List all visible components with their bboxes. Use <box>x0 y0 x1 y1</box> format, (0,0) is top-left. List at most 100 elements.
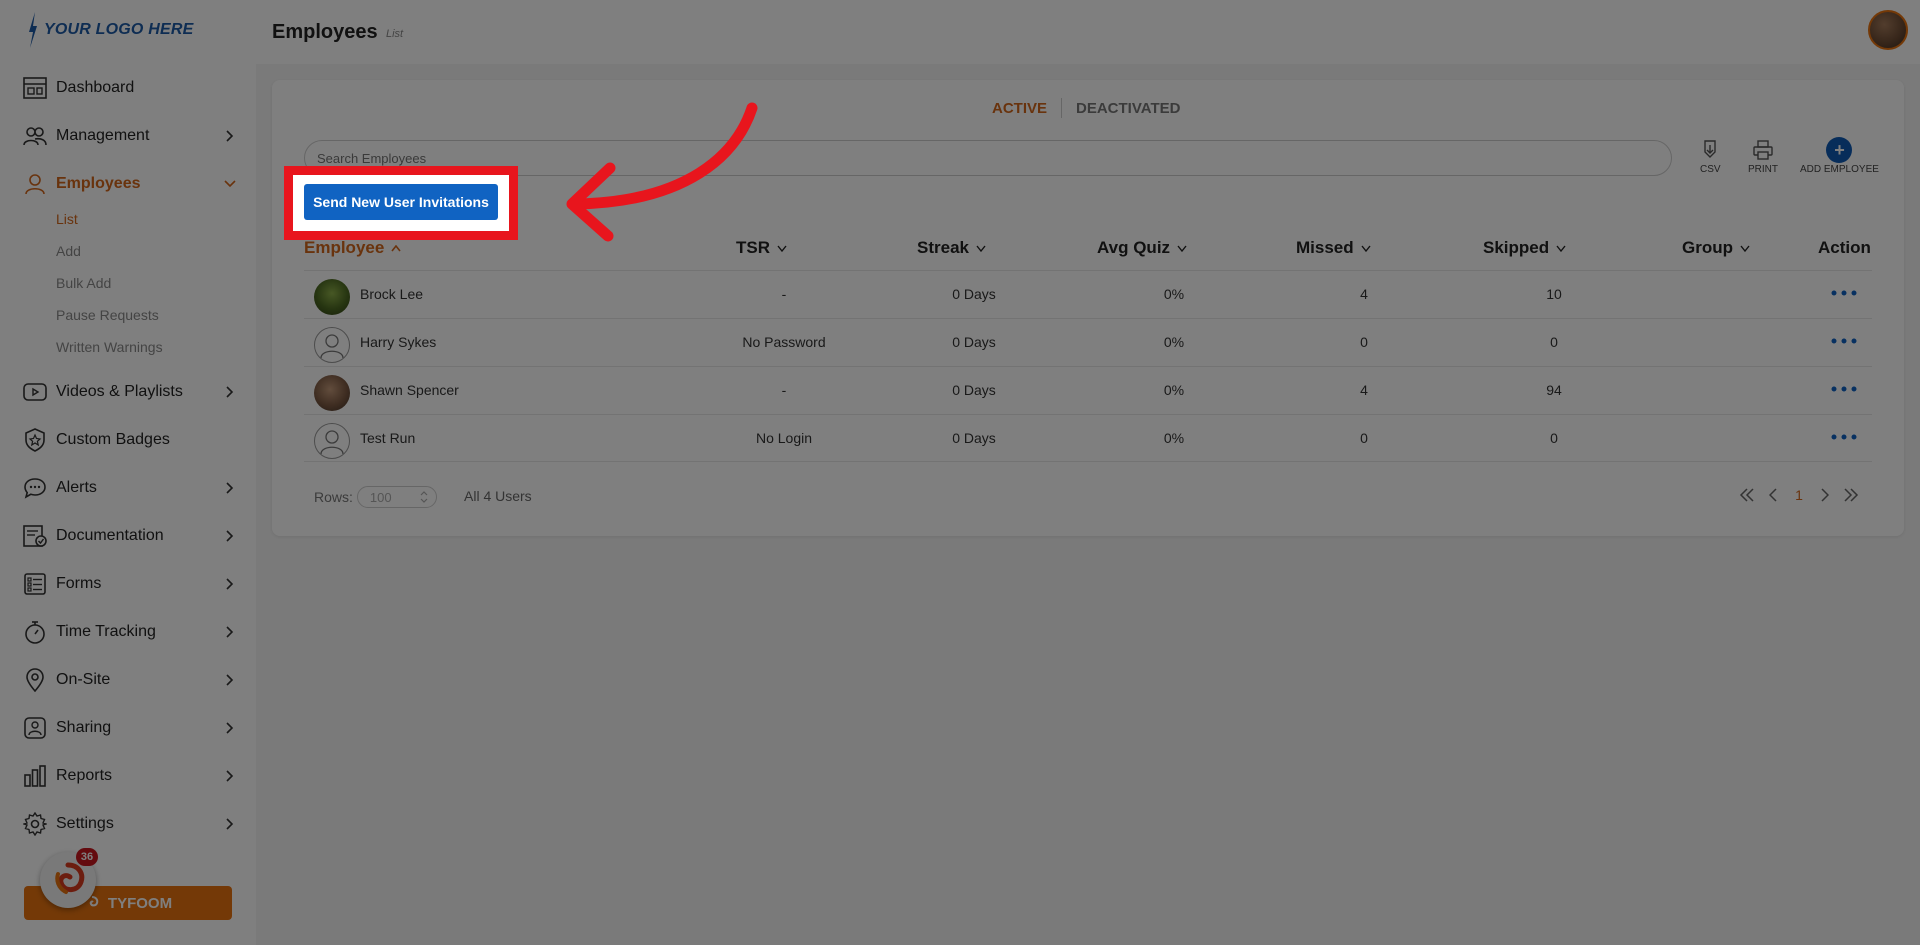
column-header-avg-quiz[interactable]: Avg Quiz <box>1097 238 1188 258</box>
send-invitations-button[interactable]: Send New User Invitations <box>304 184 498 220</box>
column-header-missed[interactable]: Missed <box>1296 238 1372 258</box>
skipped-cell: 94 <box>1546 382 1562 398</box>
page-subtitle: List <box>386 28 404 40</box>
sidebar-item-label: Alerts <box>56 479 97 496</box>
missed-cell: 4 <box>1360 286 1368 302</box>
chevron-right-icon <box>222 768 238 784</box>
sidebar-item-documentation[interactable]: Documentation <box>22 521 238 551</box>
sidebar-item-sharing[interactable]: Sharing <box>22 713 238 743</box>
sidebar-item-employees[interactable]: Employees <box>22 169 238 199</box>
row-actions-icon[interactable] <box>1824 427 1864 447</box>
table-row[interactable]: Harry Sykes No Password 0 Days 0% 0 0 <box>304 318 1872 366</box>
avatar <box>314 375 350 411</box>
employee-name[interactable]: Harry Sykes <box>360 334 436 350</box>
last-page-icon[interactable] <box>1838 484 1864 506</box>
print-button[interactable]: PRINT <box>1748 136 1778 175</box>
avatar-placeholder-icon <box>314 423 350 459</box>
logo-mark-icon <box>29 12 37 48</box>
sidebar-item-videos-playlists[interactable]: Videos & Playlists <box>22 377 238 407</box>
sidebar-item-custom-badges[interactable]: Custom Badges <box>22 425 238 455</box>
chevron-down-icon <box>1555 242 1567 254</box>
logo[interactable]: YOUR LOGO HERE <box>26 12 193 48</box>
row-actions-icon[interactable] <box>1824 283 1864 303</box>
sidebar-item-on-site[interactable]: On-Site <box>22 665 238 695</box>
tab-deactivated[interactable]: DEACTIVATED <box>1076 100 1180 117</box>
first-page-icon[interactable] <box>1734 484 1760 506</box>
location-pin-icon <box>22 667 48 693</box>
row-actions-icon[interactable] <box>1824 331 1864 351</box>
sort-up-icon <box>390 242 402 254</box>
page-current[interactable]: 1 <box>1786 484 1812 506</box>
sidebar-item-alerts[interactable]: Alerts <box>22 473 238 503</box>
sidebar-item-forms[interactable]: Forms <box>22 569 238 599</box>
sidebar-item-reports[interactable]: Reports <box>22 761 238 791</box>
sidebar-subitem-list[interactable]: List <box>56 211 78 227</box>
rows-per-page-input[interactable]: 100 <box>356 486 437 508</box>
sidebar-item-label: Documentation <box>56 527 164 544</box>
avatar <box>314 279 350 315</box>
prev-page-icon[interactable] <box>1760 484 1786 506</box>
chevron-down-icon <box>1739 242 1751 254</box>
employee-name[interactable]: Brock Lee <box>360 286 423 302</box>
table-row[interactable]: Brock Lee - 0 Days 0% 4 10 <box>304 270 1872 318</box>
management-icon <box>22 123 48 149</box>
reports-icon <box>22 763 48 789</box>
avg-quiz-cell: 0% <box>1163 382 1185 398</box>
tyfoom-logo-icon <box>55 862 85 894</box>
avatar-placeholder-icon <box>314 327 350 363</box>
table-row[interactable]: Shawn Spencer - 0 Days 0% 4 94 <box>304 366 1872 414</box>
sidebar-item-time-tracking[interactable]: Time Tracking <box>22 617 238 647</box>
skipped-cell: 0 <box>1550 430 1558 446</box>
tab-active[interactable]: ACTIVE <box>992 100 1047 117</box>
missed-cell: 0 <box>1360 334 1368 350</box>
tsr-cell: - <box>781 382 787 398</box>
sidebar-item-label: Employees <box>56 175 141 192</box>
column-label: Skipped <box>1483 238 1550 257</box>
row-actions-icon[interactable] <box>1824 379 1864 399</box>
download-icon <box>1702 136 1718 164</box>
chevron-right-icon <box>222 672 238 688</box>
column-header-skipped[interactable]: Skipped <box>1483 238 1567 258</box>
column-label: Missed <box>1296 238 1354 257</box>
sidebar-item-settings[interactable]: Settings <box>22 809 238 839</box>
sidebar-item-dashboard[interactable]: Dashboard <box>22 73 238 103</box>
chevron-down-icon <box>975 242 987 254</box>
chevron-down-icon <box>222 176 238 192</box>
skipped-cell: 0 <box>1550 334 1558 350</box>
sidebar-item-label: Videos & Playlists <box>56 383 183 400</box>
video-icon <box>22 379 48 405</box>
column-label: Action <box>1818 238 1871 257</box>
sidebar-item-management[interactable]: Management <box>22 121 238 151</box>
next-page-icon[interactable] <box>1812 484 1838 506</box>
sidebar-subitem-add[interactable]: Add <box>56 243 81 259</box>
column-header-employee[interactable]: Employee <box>304 238 402 258</box>
chevron-right-icon <box>222 384 238 400</box>
employee-name[interactable]: Test Run <box>360 430 415 446</box>
sidebar-item-label: Reports <box>56 767 113 784</box>
column-header-group[interactable]: Group <box>1682 238 1751 258</box>
documentation-icon <box>22 523 48 549</box>
tsr-cell: No Login <box>755 430 813 446</box>
employee-name[interactable]: Shawn Spencer <box>360 382 459 398</box>
skipped-cell: 10 <box>1546 286 1562 302</box>
chevron-right-icon <box>222 816 238 832</box>
tsr-cell: No Password <box>742 334 826 350</box>
sidebar-subitem-written-warnings[interactable]: Written Warnings <box>56 339 163 355</box>
streak-cell: 0 Days <box>952 334 996 350</box>
sidebar-subitem-bulk-add[interactable]: Bulk Add <box>56 275 111 291</box>
sidebar-item-label: Time Tracking <box>56 623 156 640</box>
page-title: Employees <box>272 21 378 43</box>
column-header-streak[interactable]: Streak <box>917 238 987 258</box>
chevron-right-icon <box>222 624 238 640</box>
alerts-icon <box>22 475 48 501</box>
pointer-arrow-icon <box>566 102 758 242</box>
sidebar-subitem-pause-requests[interactable]: Pause Requests <box>56 307 159 323</box>
table-row[interactable]: Test Run No Login 0 Days 0% 0 0 <box>304 414 1872 462</box>
user-avatar[interactable] <box>1868 10 1908 50</box>
sidebar-item-label: Management <box>56 127 150 144</box>
tab-divider <box>1061 98 1063 118</box>
chevron-right-icon <box>222 528 238 544</box>
csv-button[interactable]: CSV <box>1700 136 1721 175</box>
add-employee-button[interactable]: + ADD EMPLOYEE <box>1800 136 1879 175</box>
add-employee-label: ADD EMPLOYEE <box>1800 164 1879 175</box>
